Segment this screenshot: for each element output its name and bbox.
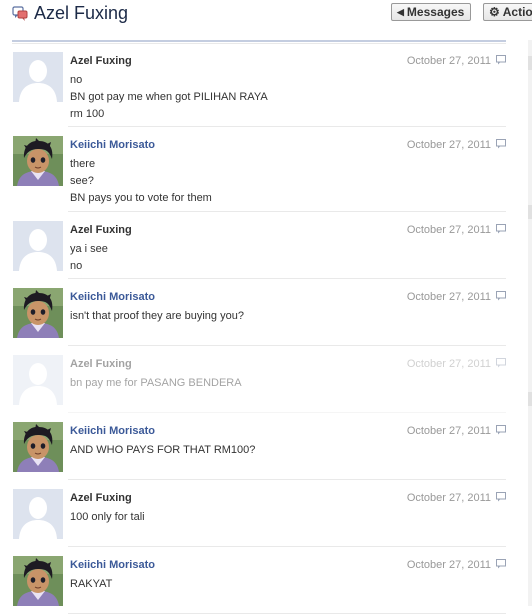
- message-line: no: [70, 74, 83, 86]
- header-divider: [12, 40, 506, 42]
- message-line: isn't that proof they are buying you?: [70, 310, 244, 322]
- right-column-marker: [528, 392, 532, 406]
- sender-name[interactable]: Azel Fuxing: [70, 224, 132, 236]
- default-profile-silhouette-icon: [13, 52, 63, 102]
- message-item: Keiichi Morisato October 27, 2011 isn't th…: [12, 279, 506, 346]
- message-body: 100 only for tali: [70, 509, 145, 526]
- message-line: ya i see: [70, 243, 108, 255]
- conversation-header: Azel Fuxing ◀ Messages ⚙ Actio: [0, 0, 532, 40]
- profile-photo-icon: [13, 288, 63, 338]
- avatar-keiichi-morisato[interactable]: [13, 556, 63, 606]
- message-line: BN pays you to vote for them: [70, 192, 212, 204]
- message-line: no: [70, 260, 83, 272]
- avatar-keiichi-morisato[interactable]: [13, 288, 63, 338]
- message-line: there: [70, 158, 96, 170]
- reply-icon[interactable]: [496, 224, 506, 234]
- message-body: bn pay me for PASANG BENDERA: [70, 375, 242, 392]
- reply-icon[interactable]: [496, 291, 506, 301]
- profile-photo-icon: [13, 136, 63, 186]
- message-item: Azel Fuxing October 27, 2011 ya i see no: [12, 212, 506, 279]
- default-profile-silhouette-icon: [13, 489, 63, 539]
- message-date: October 27, 2011: [406, 425, 491, 437]
- avatar-azel-fuxing[interactable]: [13, 355, 63, 405]
- message-body: no BN got pay me when got PILIHAN RAYA rm …: [70, 72, 268, 123]
- message-line: 100 only for tali: [70, 511, 145, 523]
- gear-icon: ⚙: [489, 5, 500, 19]
- message-date: October 27, 2011: [406, 559, 491, 571]
- avatar-azel-fuxing[interactable]: [13, 52, 63, 102]
- message-line: RAKYAT: [70, 578, 113, 590]
- sender-name[interactable]: Azel Fuxing: [70, 492, 132, 504]
- avatar-azel-fuxing[interactable]: [13, 489, 63, 539]
- message-line: AND WHO PAYS FOR THAT RM100?: [70, 444, 256, 456]
- message-line: rm 100: [70, 108, 105, 120]
- message-item: Azel Fuxing October 27, 2011 100 only for …: [12, 480, 506, 547]
- sender-name[interactable]: Keiichi Morisato: [70, 559, 155, 571]
- right-column-edge: [528, 40, 532, 606]
- message-item: Azel Fuxing October 27, 2011 no BN got pay …: [12, 43, 506, 127]
- reply-icon[interactable]: [496, 358, 506, 368]
- message-date: October 27, 2011: [406, 358, 491, 370]
- messages-button-label: Messages: [406, 5, 465, 19]
- sender-name[interactable]: Keiichi Morisato: [70, 425, 155, 437]
- message-body: there see? BN pays you to vote for them: [70, 156, 212, 207]
- message-date: October 27, 2011: [406, 224, 491, 236]
- right-column-marker: [528, 205, 532, 219]
- message-date: October 27, 2011: [406, 291, 491, 303]
- default-profile-silhouette-icon: [13, 355, 63, 405]
- sender-name[interactable]: Keiichi Morisato: [70, 139, 155, 151]
- right-column-marker: [528, 56, 532, 70]
- page-title: Azel Fuxing: [34, 3, 129, 23]
- message-body: isn't that proof they are buying you?: [70, 308, 244, 325]
- message-line: see?: [70, 175, 94, 187]
- message-item: Keiichi Morisato October 27, 2011 RAKYAT: [12, 547, 506, 614]
- message-date: October 27, 2011: [406, 492, 491, 504]
- avatar-keiichi-morisato[interactable]: [13, 136, 63, 186]
- back-to-messages-button[interactable]: ◀ Messages: [391, 3, 471, 21]
- profile-photo-icon: [13, 422, 63, 472]
- message-date: October 27, 2011: [406, 139, 491, 151]
- default-profile-silhouette-icon: [13, 221, 63, 271]
- message-line: BN got pay me when got PILIHAN RAYA: [70, 91, 268, 103]
- avatar-azel-fuxing[interactable]: [13, 221, 63, 271]
- reply-icon[interactable]: [496, 139, 506, 149]
- reply-icon[interactable]: [496, 55, 506, 65]
- profile-photo-icon: [13, 556, 63, 606]
- message-date: October 27, 2011: [406, 55, 491, 67]
- actions-button[interactable]: ⚙ Actio: [483, 3, 532, 21]
- back-arrow-icon: ◀: [397, 6, 404, 17]
- actions-button-label: Actio: [502, 5, 532, 19]
- reply-icon[interactable]: [496, 559, 506, 569]
- message-body: ya i see no: [70, 241, 108, 275]
- avatar-keiichi-morisato[interactable]: [13, 422, 63, 472]
- sender-name[interactable]: Azel Fuxing: [70, 358, 132, 370]
- chat-bubbles-icon: [12, 6, 28, 21]
- reply-icon[interactable]: [496, 425, 506, 435]
- sender-name[interactable]: Azel Fuxing: [70, 55, 132, 67]
- message-body: AND WHO PAYS FOR THAT RM100?: [70, 442, 255, 459]
- reply-icon[interactable]: [496, 492, 506, 502]
- message-item: Keiichi Morisato October 27, 2011 there see…: [12, 127, 506, 212]
- message-item: Keiichi Morisato October 27, 2011 AND WHO …: [12, 413, 506, 480]
- message-item: Azel Fuxing October 27, 2011 bn pay me for…: [12, 346, 506, 413]
- message-body: RAKYAT: [70, 576, 112, 593]
- message-line: bn pay me for PASANG BENDERA: [70, 377, 242, 389]
- sender-name[interactable]: Keiichi Morisato: [70, 291, 155, 303]
